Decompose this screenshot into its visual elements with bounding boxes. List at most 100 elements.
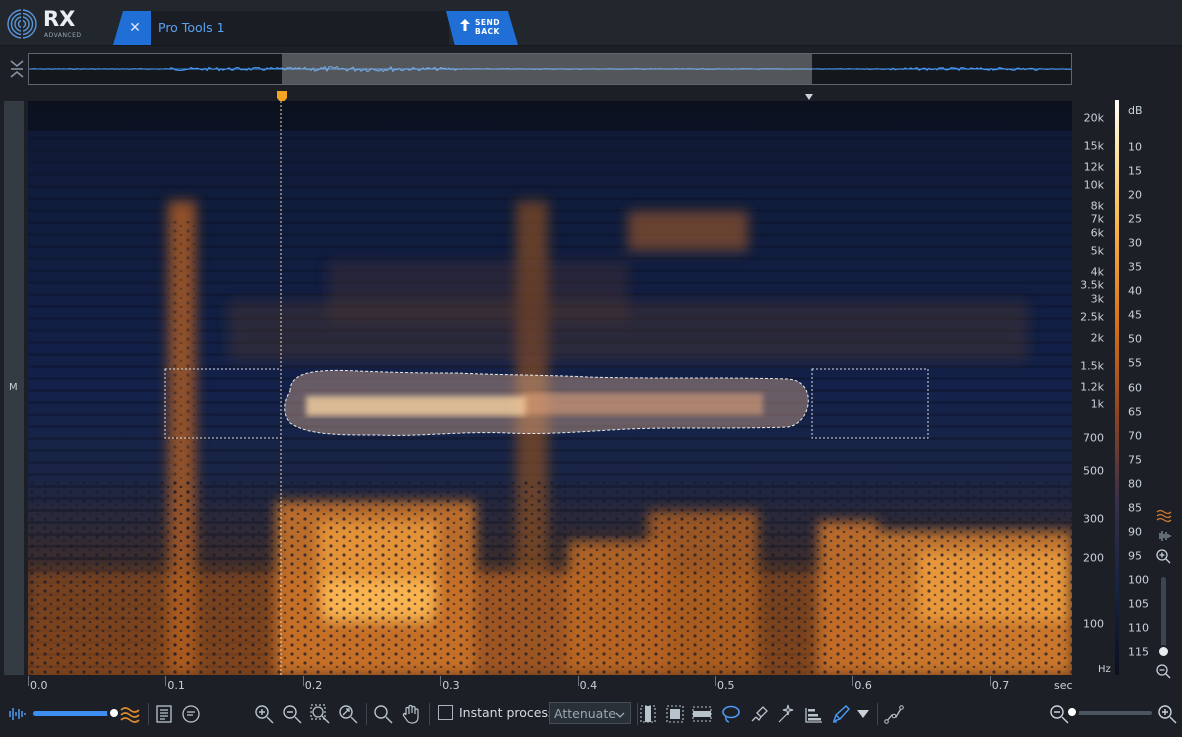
time-label: 0.4 xyxy=(579,679,598,692)
waveform-icon[interactable] xyxy=(5,703,27,725)
zoom-out-icon[interactable] xyxy=(281,703,303,725)
db-label: 50 xyxy=(1128,332,1142,346)
db-label: 35 xyxy=(1128,260,1142,274)
db-scale: 10 15 20 25 30 35 40 45 50 55 60 65 70 75 80 85 90 95 100 1… xyxy=(1122,101,1158,675)
db-label: 100 xyxy=(1128,573,1149,587)
db-label: 95 xyxy=(1128,549,1142,563)
db-label: 105 xyxy=(1128,597,1149,611)
db-label: 25 xyxy=(1128,212,1142,226)
brush-icon[interactable] xyxy=(748,703,770,725)
bottom-toolbar: Instant process Attenuate xyxy=(0,694,1182,737)
frequency-label: 6k xyxy=(1090,226,1104,240)
frequency-label: 10k xyxy=(1083,178,1104,191)
frequency-label: 100 xyxy=(1083,617,1104,631)
frequency-label: 3.5k xyxy=(1080,278,1104,292)
db-label: 40 xyxy=(1128,284,1142,298)
comment-icon[interactable] xyxy=(180,703,202,725)
overview-view-range[interactable] xyxy=(282,54,812,84)
zoom-selection-icon[interactable] xyxy=(309,703,331,725)
db-label: 15 xyxy=(1128,164,1142,178)
collapse-overview-icon[interactable] xyxy=(9,58,25,80)
time-label: 0.2 xyxy=(304,679,323,692)
toolbar-divider xyxy=(429,703,430,725)
frequency-label: 7k xyxy=(1090,212,1104,226)
frequency-label: 8k xyxy=(1090,199,1104,213)
vertical-zoom-in-icon[interactable] xyxy=(1155,548,1171,564)
rx-logo: RX ADVANCED xyxy=(6,6,86,40)
tab-title: Pro Tools 1 xyxy=(158,20,225,35)
magic-wand-icon[interactable] xyxy=(775,703,797,725)
spectrogram-display[interactable] xyxy=(28,101,1072,675)
instant-process-mode-select[interactable]: Attenuate xyxy=(549,702,631,724)
logo-text: RX xyxy=(43,7,76,31)
vertical-zoom-out-icon[interactable] xyxy=(1155,663,1171,679)
waveform-overview[interactable] xyxy=(28,53,1072,85)
frequency-label: 1.2k xyxy=(1080,380,1104,394)
zoom-fit-icon[interactable] xyxy=(337,703,359,725)
time-tick xyxy=(440,676,442,686)
db-label: 10 xyxy=(1128,140,1142,154)
hand-icon[interactable] xyxy=(400,703,422,725)
curve-icon[interactable] xyxy=(883,703,905,725)
frequency-label: 700 xyxy=(1083,431,1104,445)
close-icon: ✕ xyxy=(129,20,141,36)
time-label: 0.6 xyxy=(854,679,872,692)
frequency-label: 300 xyxy=(1083,512,1104,526)
caret-down-icon[interactable] xyxy=(852,703,874,725)
frequency-label: 500 xyxy=(1083,464,1104,478)
time-tick xyxy=(577,676,579,686)
db-label: 45 xyxy=(1128,308,1142,322)
history-icon[interactable] xyxy=(153,703,175,725)
waveform-icon[interactable] xyxy=(1156,528,1172,544)
time-tick xyxy=(715,676,716,686)
db-label: 115 xyxy=(1128,645,1149,659)
db-label: 65 xyxy=(1128,405,1142,419)
tab-body[interactable]: Pro Tools 1 xyxy=(151,11,449,45)
toolbar-divider xyxy=(148,703,149,725)
frequency-label: 3k xyxy=(1090,292,1104,306)
lasso-icon[interactable] xyxy=(720,703,742,725)
send-back-button[interactable]: SEND BACK xyxy=(446,11,518,45)
send-back-label: SEND BACK xyxy=(475,18,501,36)
mode-select-value: Attenuate xyxy=(554,706,616,721)
time-label: 0.3 xyxy=(442,679,460,692)
spectrogram-icon[interactable] xyxy=(1156,507,1172,523)
instant-process-checkbox[interactable] xyxy=(438,705,453,720)
horizontal-zoom-slider[interactable] xyxy=(1068,711,1152,715)
rx-logo-icon xyxy=(7,9,37,39)
frequency-label: 1k xyxy=(1090,397,1104,411)
vertical-zoom-knob[interactable] xyxy=(1157,645,1170,658)
db-label: 110 xyxy=(1128,621,1149,635)
close-tab-button[interactable]: ✕ xyxy=(113,11,151,45)
time-axis: 0.0 0.1 0.2 0.3 0.4 0.5 0.6 0.7 xyxy=(28,676,1072,694)
db-label: 70 xyxy=(1128,429,1142,443)
harmonic-selection-icon[interactable] xyxy=(803,703,825,725)
spectrogram-icon[interactable] xyxy=(119,703,141,725)
db-color-bar xyxy=(1115,100,1119,675)
frequency-label: 12k xyxy=(1083,160,1104,174)
horizontal-zoom-knob[interactable] xyxy=(1065,705,1080,719)
time-tick xyxy=(28,676,29,686)
time-label: 0.5 xyxy=(717,679,735,692)
toolbar-divider xyxy=(877,703,878,725)
time-frequency-selection-icon[interactable] xyxy=(664,703,686,725)
channel-label: M xyxy=(9,382,18,393)
db-label: 30 xyxy=(1128,236,1142,250)
arrow-up-icon xyxy=(460,19,470,31)
frequency-label: 15k xyxy=(1083,139,1104,153)
frequency-selection-icon[interactable] xyxy=(691,703,713,725)
pen-icon[interactable] xyxy=(830,703,852,725)
time-selection-icon[interactable] xyxy=(637,703,659,725)
channel-strip[interactable]: M xyxy=(4,101,24,675)
frequency-label: 2.5k xyxy=(1080,310,1104,324)
frequency-label: 200 xyxy=(1083,551,1104,565)
document-tab[interactable]: ✕ Pro Tools 1 SEND BACK xyxy=(113,11,518,45)
rx-editor-window: RX ADVANCED ✕ Pro Tools 1 SEND BACK M 20… xyxy=(0,0,1182,737)
time-tick xyxy=(165,676,167,686)
db-label: 55 xyxy=(1128,356,1142,370)
frequency-label: 2k xyxy=(1090,331,1104,345)
waveform-spectrogram-blend-slider[interactable] xyxy=(33,711,115,716)
zoom-in-icon[interactable] xyxy=(253,703,275,725)
magnifier-icon[interactable] xyxy=(372,703,394,725)
horizontal-zoom-in-icon[interactable] xyxy=(1156,703,1178,725)
